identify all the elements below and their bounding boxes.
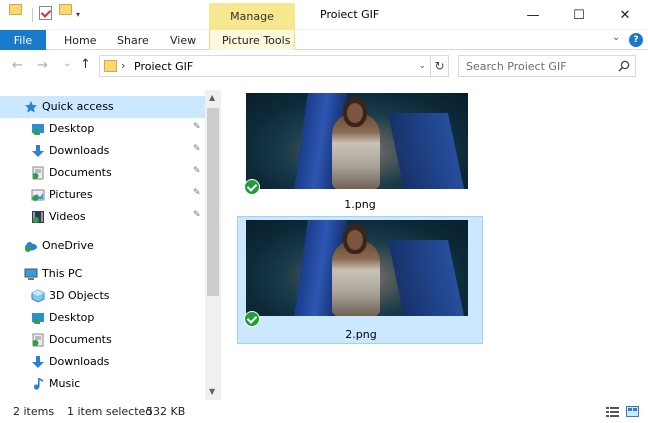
sidebar-item-label: Documents bbox=[49, 333, 112, 346]
sidebar-item-downloads[interactable]: Downloads ✎ bbox=[0, 140, 205, 162]
sidebar-item-3d-objects[interactable]: 3D Objects bbox=[0, 285, 205, 307]
minimize-button[interactable]: — bbox=[510, 0, 556, 30]
scrollbar-thumb[interactable] bbox=[207, 108, 219, 296]
selection-count: 1 item selected bbox=[67, 405, 153, 418]
downloads-icon bbox=[32, 356, 44, 368]
downloads-icon bbox=[32, 145, 44, 157]
help-icon[interactable]: ? bbox=[629, 33, 643, 47]
sidebar-item-documents[interactable]: Documents ✎ bbox=[0, 162, 205, 184]
sync-status-check-icon bbox=[244, 311, 260, 327]
tab-home[interactable]: Home bbox=[60, 31, 100, 49]
status-bar: 2 items 1 item selected 532 KB bbox=[0, 401, 648, 423]
file-name: 1.png bbox=[344, 198, 376, 211]
navigation-pane: Quick access Desktop ✎ Downloads ✎ Docum… bbox=[0, 90, 220, 400]
search-placeholder: Search Proiect GIF bbox=[466, 60, 567, 73]
title-bar: ▾ Manage Proiect GIF — ☐ ✕ bbox=[0, 0, 648, 30]
sidebar-item-desktop[interactable]: Desktop ✎ bbox=[0, 118, 205, 140]
tab-view[interactable]: View bbox=[166, 31, 200, 49]
new-folder-icon[interactable] bbox=[59, 4, 72, 15]
breadcrumb[interactable]: Proiect GIF bbox=[134, 60, 193, 73]
maximize-button[interactable]: ☐ bbox=[556, 0, 602, 30]
address-bar[interactable]: › Proiect GIF ⌄ bbox=[99, 55, 431, 77]
expand-ribbon-icon[interactable]: ⌄ bbox=[612, 32, 620, 43]
tab-share[interactable]: Share bbox=[113, 31, 153, 49]
videos-icon bbox=[32, 211, 44, 223]
sidebar-item-videos[interactable]: Videos ✎ bbox=[0, 206, 205, 228]
documents-icon bbox=[32, 166, 44, 180]
close-button[interactable]: ✕ bbox=[602, 0, 648, 30]
sidebar-item-label: OneDrive bbox=[42, 239, 94, 252]
toolbar-separator bbox=[32, 8, 33, 22]
star-icon bbox=[25, 101, 37, 113]
navigation-scrollbar[interactable]: ▲ ▼ bbox=[205, 90, 221, 400]
selection-size: 532 KB bbox=[146, 405, 186, 418]
file-item-1[interactable]: 1.png bbox=[237, 90, 483, 218]
recent-locations-button[interactable]: ⌄ bbox=[63, 58, 71, 69]
sidebar-item-this-pc[interactable]: This PC bbox=[0, 263, 205, 285]
scroll-up-icon[interactable]: ▲ bbox=[209, 93, 215, 102]
details-view-icon[interactable] bbox=[606, 406, 619, 417]
pin-icon: ✎ bbox=[193, 210, 201, 220]
3d-objects-icon bbox=[31, 289, 45, 303]
pin-icon: ✎ bbox=[193, 144, 201, 154]
sidebar-item-onedrive[interactable]: OneDrive bbox=[0, 235, 205, 257]
manage-tab[interactable]: Manage bbox=[209, 3, 295, 30]
up-button[interactable]: ↑ bbox=[80, 57, 91, 72]
folder-icon[interactable] bbox=[9, 4, 22, 15]
search-input[interactable]: Search Proiect GIF bbox=[458, 55, 636, 77]
sidebar-item-label: This PC bbox=[42, 267, 83, 280]
file-name: 2.png bbox=[345, 328, 377, 341]
pictures-icon bbox=[31, 189, 45, 201]
documents-icon bbox=[32, 333, 44, 347]
sidebar-item-label: Documents bbox=[49, 166, 112, 179]
sidebar-item-label: Desktop bbox=[49, 122, 95, 135]
customize-toolbar-chevron-icon[interactable]: ▾ bbox=[76, 10, 80, 19]
forward-button[interactable]: → bbox=[37, 58, 48, 73]
sidebar-item-label: Downloads bbox=[49, 355, 110, 368]
address-dropdown-icon[interactable]: ⌄ bbox=[418, 61, 426, 71]
tab-file[interactable]: File bbox=[0, 30, 46, 50]
tab-picture-tools[interactable]: Picture Tools bbox=[218, 31, 294, 49]
sidebar-item-music[interactable]: Music bbox=[0, 373, 205, 395]
desktop-icon bbox=[32, 124, 44, 135]
sync-status-check-icon bbox=[244, 179, 260, 195]
window-title: Proiect GIF bbox=[320, 8, 380, 21]
sidebar-item-desktop-pc[interactable]: Desktop bbox=[0, 307, 205, 329]
properties-icon[interactable] bbox=[39, 6, 52, 20]
large-icons-view-icon[interactable] bbox=[626, 406, 639, 417]
refresh-button[interactable]: ↻ bbox=[431, 55, 449, 77]
image-thumbnail bbox=[246, 220, 468, 316]
sidebar-item-label: Pictures bbox=[49, 188, 93, 201]
pc-icon bbox=[24, 268, 38, 280]
desktop-icon bbox=[32, 313, 44, 324]
pin-icon: ✎ bbox=[193, 122, 201, 132]
sidebar-item-label: Downloads bbox=[49, 144, 110, 157]
search-icon[interactable] bbox=[618, 60, 630, 72]
back-button[interactable]: ← bbox=[12, 58, 23, 73]
pin-icon: ✎ bbox=[193, 188, 201, 198]
sidebar-item-quick-access[interactable]: Quick access bbox=[0, 96, 205, 118]
folder-icon bbox=[104, 60, 117, 72]
sidebar-item-label: Videos bbox=[49, 210, 86, 223]
music-icon bbox=[33, 378, 43, 390]
onedrive-icon bbox=[25, 242, 37, 252]
pin-icon: ✎ bbox=[193, 166, 201, 176]
scroll-down-icon[interactable]: ▼ bbox=[209, 387, 215, 396]
sidebar-item-documents-pc[interactable]: Documents bbox=[0, 329, 205, 351]
sidebar-item-label: 3D Objects bbox=[49, 289, 110, 302]
item-count: 2 items bbox=[13, 405, 55, 418]
sidebar-item-downloads-pc[interactable]: Downloads bbox=[0, 351, 205, 373]
breadcrumb-separator[interactable]: › bbox=[121, 59, 125, 72]
sidebar-item-pictures[interactable]: Pictures ✎ bbox=[0, 184, 205, 206]
sidebar-item-label: Music bbox=[49, 377, 81, 390]
file-item-2[interactable]: 2.png bbox=[237, 216, 483, 344]
sidebar-item-label: Desktop bbox=[49, 311, 95, 324]
image-thumbnail bbox=[246, 93, 468, 189]
sidebar-item-label: Quick access bbox=[42, 100, 114, 113]
